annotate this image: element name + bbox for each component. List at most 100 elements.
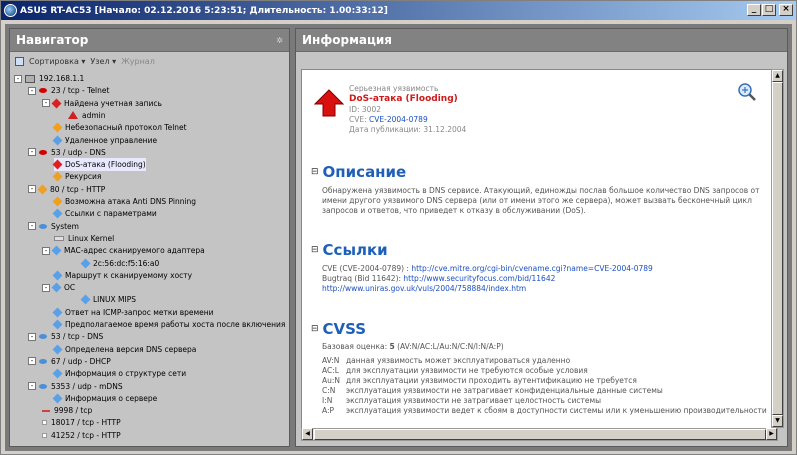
tree-node[interactable]: Linux Kernel (54, 232, 114, 245)
reference-link[interactable]: http://www.uniras.gov.uk/vuls/2004/75888… (322, 284, 526, 293)
reference-link[interactable]: http://www.securityfocus.com/bid/11642 (403, 274, 555, 283)
links-heading[interactable]: ⊟ Ссылки (311, 241, 388, 259)
minimize-button[interactable]: _ (747, 4, 761, 16)
publication-date: Дата публикации: 31.12.2004 (349, 125, 467, 134)
arrow-up-severity-icon (314, 89, 344, 117)
tree-node-label: 18017 / tcp - HTTP (51, 418, 121, 428)
tree-node[interactable]: - 67 / udp - DHCP (28, 355, 111, 368)
scroll-up-button[interactable]: ▲ (772, 70, 783, 82)
tree-node[interactable]: - 80 / tcp - HTTP (28, 183, 105, 196)
zoom-icon[interactable] (737, 82, 757, 102)
scroll-left-button[interactable]: ◀ (302, 428, 313, 440)
tree-node-label: ОС (64, 283, 76, 293)
info-blue-icon (80, 294, 91, 305)
collapse-toggle-icon[interactable]: - (28, 332, 36, 341)
tree-node[interactable]: 41252 / tcp - HTTP (42, 429, 121, 442)
collapse-icon[interactable]: ⊟ (311, 167, 319, 177)
collapse-toggle-icon[interactable]: - (28, 185, 36, 194)
tree-node[interactable]: - System (28, 220, 79, 233)
collapse-toggle-icon[interactable]: - (28, 222, 36, 231)
tree-node[interactable]: Предполагаемое время работы хоста после … (52, 318, 285, 331)
tree-node[interactable]: Ответ на ICMP-запрос метки времени (52, 306, 214, 319)
collapse-toggle-icon[interactable]: - (28, 86, 36, 95)
collapse-toggle-icon[interactable]: - (28, 148, 36, 157)
tree-node-label: 53 / tcp - DNS (51, 332, 104, 342)
tree-node[interactable]: - Найдена учетная запись (42, 97, 162, 110)
cvss-heading[interactable]: ⊟ CVSS (311, 320, 366, 338)
tree-node[interactable]: - MAC-адрес сканируемого адаптера (42, 244, 205, 257)
tree-node-label: Информация о сервере (65, 393, 158, 403)
information-panel: Информация Серьезная уязвимость DoS-атак… (295, 28, 788, 447)
tree-node[interactable]: 9998 / tcp (42, 404, 92, 417)
collapse-icon[interactable]: ⊟ (311, 324, 319, 334)
tree-node[interactable]: Информация о структуре сети (52, 367, 186, 380)
title-bar[interactable]: ASUS RT-AC53 [Начало: 02.12.2016 5:23:51… (1, 1, 796, 20)
collapse-toggle-icon[interactable]: - (42, 246, 50, 255)
tree-node[interactable]: - 53 / udp - DNS (28, 146, 106, 159)
reference-link-row: CVE (CVE-2004-0789) : http://cve.mitre.o… (322, 264, 653, 273)
collapse-icon[interactable]: ⊟ (311, 245, 319, 255)
tree-node[interactable]: LINUX MIPS (80, 293, 136, 306)
tree-node-label: admin (82, 110, 106, 120)
tree-node[interactable]: - ОС (42, 281, 75, 294)
collapse-toggle-icon[interactable]: - (14, 74, 22, 83)
links-list: CVE (CVE-2004-0789) : http://cve.mitre.o… (322, 264, 767, 294)
tree-node-label: Возможна атака Anti DNS Pinning (65, 197, 197, 206)
cve-link[interactable]: CVE-2004-0789 (369, 115, 428, 124)
tree-node-label: 5353 / udp - mDNS (51, 381, 123, 391)
collapse-toggle-icon[interactable]: - (28, 357, 36, 366)
tree-node-label: Ссылки с параметрами (65, 209, 157, 219)
port-blue-icon (39, 358, 47, 364)
horizontal-scroll-thumb[interactable] (314, 429, 766, 440)
maximize-button[interactable]: □ (762, 4, 776, 16)
tree-node[interactable]: Удаленное управление (52, 134, 158, 147)
info-blue-icon (80, 258, 91, 268)
port-blue-icon (39, 383, 47, 389)
tree-node[interactable]: - 192.168.1.1 (14, 72, 84, 85)
tree-node-label: 53 / udp - DNS (51, 147, 106, 157)
tree-node[interactable]: - 23 / tcp - Telnet (28, 84, 109, 97)
tree-node[interactable]: Информация о сервере (52, 392, 158, 405)
tree-node[interactable]: 18017 / tcp - HTTP (42, 416, 121, 429)
collapse-toggle-icon[interactable]: - (42, 283, 50, 292)
navigator-tree: -192.168.1.1-23 / tcp - Telnet - Найдена у… (10, 72, 289, 446)
tree-node-label: System (51, 221, 79, 231)
navigator-toolbar: Сортировка ▾ Узел ▾ Журнал (10, 52, 289, 70)
pin-icon[interactable]: ✲ (276, 36, 283, 45)
collapse-toggle-icon[interactable]: - (42, 99, 50, 108)
description-heading[interactable]: ⊟ Описание (311, 163, 406, 181)
tree-node[interactable]: Возможна атака Anti DNS Pinning (52, 195, 197, 208)
sort-menu[interactable]: Сортировка ▾ (29, 57, 85, 66)
tree-node-label: Удаленное управление (65, 135, 158, 145)
tree-node[interactable]: - 53 / tcp - DNS (28, 330, 103, 343)
vuln-red-icon (51, 98, 62, 109)
information-body: Серьезная уязвимость DoS-атака (Flooding… (301, 69, 778, 441)
collapse-toggle-icon[interactable]: - (28, 382, 36, 390)
close-button[interactable]: × (779, 4, 793, 16)
tree-node[interactable]: Определена версия DNS сервера (52, 343, 197, 356)
tree-node[interactable]: DoS-атака (Flooding) (52, 158, 146, 172)
port-red-icon (39, 149, 47, 155)
port-dot-icon (42, 420, 47, 426)
tree-node[interactable]: Маршрут к сканируемому хосту (52, 269, 192, 282)
tree-node[interactable]: Рекурсия (52, 170, 101, 183)
info-blue-icon (52, 270, 63, 281)
tree-node-label: LINUX MIPS (93, 295, 136, 305)
tree-node[interactable]: 2c:56:dc:f5:16:a0 (80, 257, 159, 270)
reference-link-row: http://www.uniras.gov.uk/vuls/2004/75888… (322, 284, 767, 294)
tree-node[interactable]: - 5353 / udp - mDNS (28, 380, 123, 393)
info-blue-icon (52, 393, 63, 404)
tree-node[interactable]: Ссылки с параметрами (52, 207, 157, 220)
tree-node-label: Определена версия DNS сервера (65, 344, 197, 354)
scroll-right-button[interactable]: ▶ (766, 428, 777, 440)
tree-node[interactable]: admin (68, 109, 106, 122)
horizontal-scrollbar[interactable]: ◀ ▶ (301, 428, 778, 441)
reference-link[interactable]: http://cve.mitre.org/cgi-bin/cvename.cgi… (411, 264, 652, 273)
scroll-down-button[interactable]: ▼ (772, 415, 783, 427)
cvss-metric-row: C:N эксплуатация уязвимости не затрагивае… (322, 386, 663, 395)
vertical-scrollbar[interactable]: ▲ ▼ (771, 69, 784, 428)
node-menu[interactable]: Узел ▾ (90, 57, 116, 66)
tree-node[interactable]: Небезопасный протокол Telnet (52, 121, 187, 134)
vuln-red-icon (52, 159, 63, 170)
scroll-thumb[interactable] (772, 82, 783, 415)
